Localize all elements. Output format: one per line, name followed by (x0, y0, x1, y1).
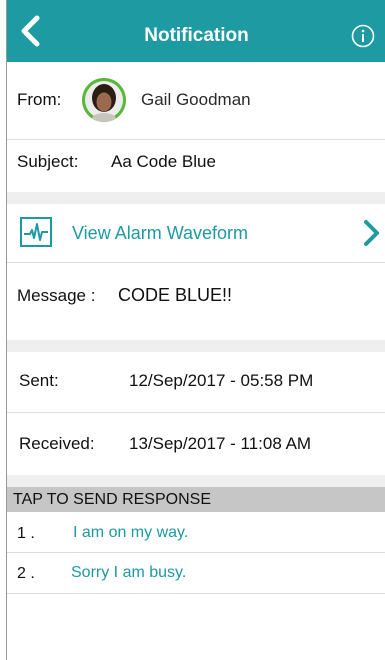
response-item[interactable] (7, 553, 385, 593)
info-button[interactable] (351, 24, 375, 48)
chevron-right-icon[interactable] (362, 219, 382, 247)
from-label: From: (17, 90, 62, 109)
received-label: Received: (19, 434, 95, 453)
subject-label: Subject: (17, 152, 79, 171)
avatar[interactable] (82, 78, 126, 122)
divider (7, 593, 385, 594)
message-value: CODE BLUE!! (118, 285, 233, 305)
subject-value: Aa Code Blue (111, 152, 216, 171)
info-icon (351, 24, 375, 48)
response-item[interactable] (7, 512, 385, 552)
notification-screen: Notification From: Gail Goodman Subject:… (6, 0, 385, 660)
sent-label: Sent: (19, 371, 59, 390)
received-value: 13/Sep/2017 - 11:08 AM (129, 434, 312, 453)
page-title: Notification (144, 25, 249, 46)
responses-header: TAP TO SEND RESPONSE (7, 487, 385, 512)
response-number: 1 . (17, 525, 35, 542)
response-i-am-on-my-way[interactable]: I am on my way. (73, 524, 188, 542)
section-gap (7, 340, 385, 352)
section-gap (7, 475, 385, 487)
sender-name: Gail Goodman (141, 90, 251, 109)
section-gap (7, 192, 385, 204)
nav-bar: Notification (7, 0, 385, 62)
waveform-icon[interactable] (20, 217, 52, 247)
message-label: Message : (17, 286, 96, 305)
response-sorry-i-am-busy[interactable]: Sorry I am busy. (71, 564, 186, 582)
view-alarm-waveform-link[interactable]: View Alarm Waveform (72, 223, 248, 244)
sent-value: 12/Sep/2017 - 05:58 PM (129, 371, 314, 390)
response-number: 2 . (17, 565, 35, 582)
avatar-photo (82, 78, 126, 122)
waveform-glyph (24, 223, 48, 241)
